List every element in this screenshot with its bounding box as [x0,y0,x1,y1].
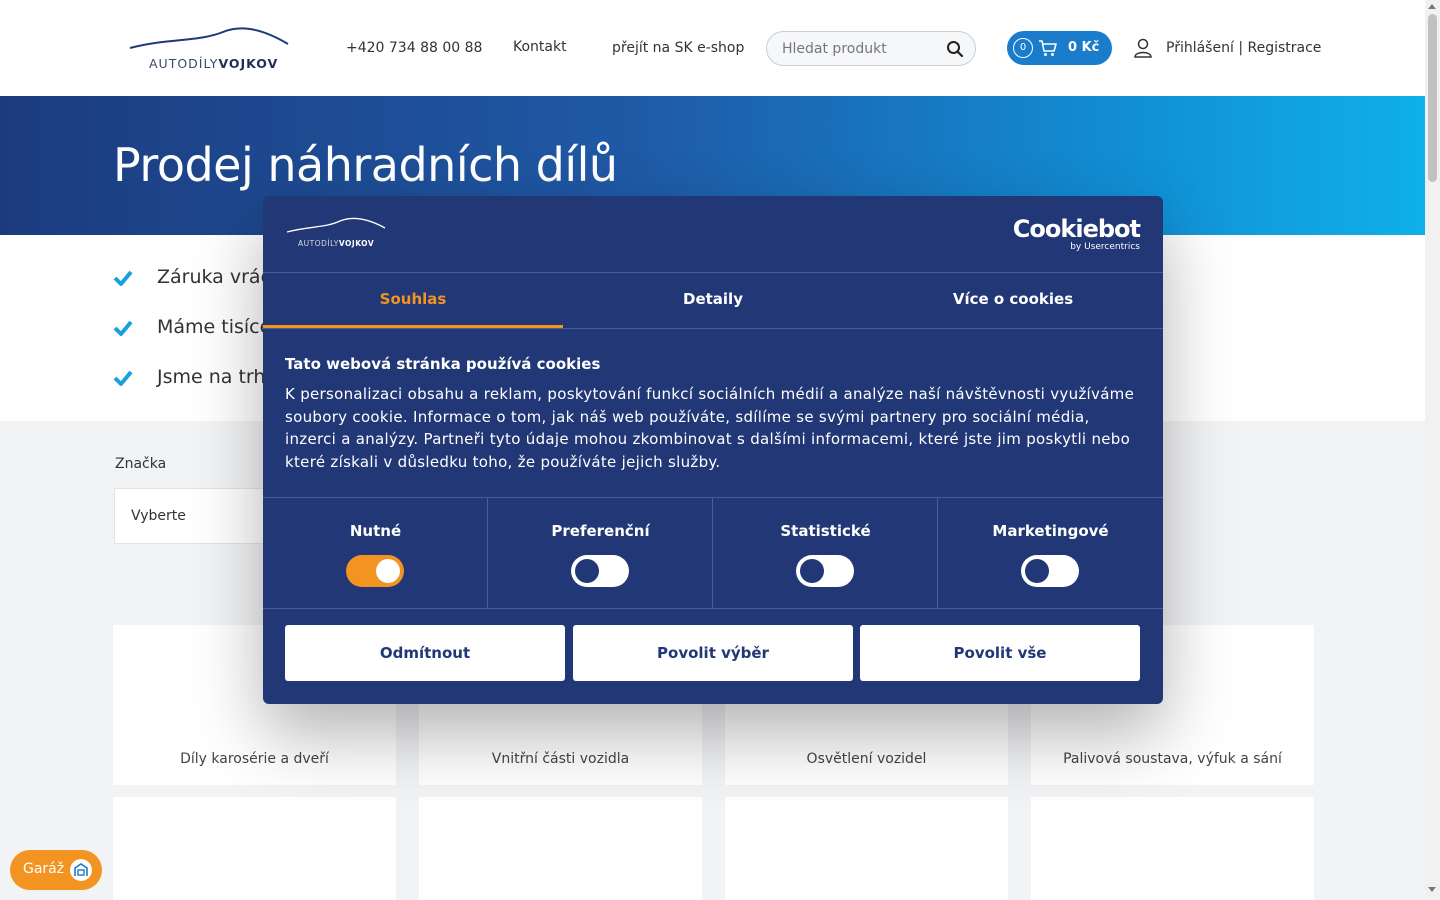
statistics-toggle[interactable] [796,555,854,587]
cart-total: 0 Kč [1068,40,1100,55]
divider [263,328,1163,329]
sk-eshop-link[interactable]: přejít na SK e-shop [612,40,744,56]
phone-link[interactable]: +420 734 88 00 88 [346,40,482,56]
page-scrollbar[interactable] [1425,0,1440,900]
check-icon [113,320,133,336]
cookiebot-brand[interactable]: Cookiebot by Usercentrics [1012,215,1141,252]
consent-category-preferences: Preferenční [488,498,713,608]
auth-links: Přihlášení | Registrace [1166,40,1321,56]
cookiebot-logo: Cookiebot [1012,215,1141,243]
divider [263,608,1163,609]
logo-text: AUTODÍLYVOJKOV [149,56,279,71]
check-icon [113,370,133,386]
garage-icon [70,859,92,881]
garage-label: Garáž [23,861,65,877]
consent-category-label: Nutné [349,522,402,540]
benefit-text: Záruka vrác [157,266,272,288]
consent-category-statistics: Statistické [713,498,938,608]
page-title: Prodej náhradních dílů [113,138,618,192]
allow-selection-button[interactable]: Povolit výběr [573,625,853,681]
cart-button[interactable]: 0 0 Kč [1007,31,1112,65]
scroll-up-arrow-icon[interactable] [1428,4,1436,9]
tab-about-cookies[interactable]: Více o cookies [863,273,1163,328]
category-tile[interactable] [725,797,1008,900]
garage-button[interactable]: Garáž [10,850,102,890]
category-label: Vnitřní části vozidla [491,751,630,767]
category-tile[interactable] [1031,797,1314,900]
auth-separator: | [1238,40,1244,56]
toggle-knob [575,559,599,583]
category-tile[interactable] [113,797,396,900]
scrollbar-thumb[interactable] [1428,14,1437,182]
toggle-knob [376,559,400,583]
consent-category-marketing: Marketingové [938,498,1163,608]
search-icon[interactable] [946,40,964,58]
consent-category-label: Marketingové [992,522,1109,540]
cookie-dialog-title: Tato webová stránka používá cookies [285,355,601,373]
category-label: Osvětlení vozidel [806,751,927,767]
benefit-text: Jsme na trh [157,366,266,388]
logo-swoosh-icon [286,217,386,233]
consent-category-necessary: Nutné [263,498,488,608]
cart-icon [1039,40,1057,56]
cookie-consent-dialog: AUTODÍLYVOJKOV Cookiebot by Usercentrics… [263,196,1163,704]
cookie-logo-text: AUTODÍLYVOJKOV [298,239,375,248]
site-header: AUTODÍLYVOJKOV +420 734 88 00 88 Kontakt… [0,0,1425,96]
cookiebot-sublabel: by Usercentrics [1070,242,1140,252]
logo-swoosh-icon [129,27,289,49]
search-input[interactable] [782,39,942,59]
marketing-toggle[interactable] [1021,555,1079,587]
scroll-down-arrow-icon[interactable] [1428,887,1436,892]
contact-link[interactable]: Kontakt [513,39,567,55]
brand-filter-label: Značka [115,456,167,472]
login-link[interactable]: Přihlášení [1166,40,1234,56]
toggle-knob [800,559,824,583]
site-logo[interactable]: AUTODÍLYVOJKOV [128,24,293,76]
tab-details[interactable]: Detaily [563,273,863,328]
cookie-dialog-text: K personalizaci obsahu a reklam, poskyto… [285,385,1135,471]
category-tile[interactable] [419,797,702,900]
preferences-toggle[interactable] [571,555,629,587]
necessary-toggle[interactable] [346,555,404,587]
consent-category-label: Statistické [780,522,871,540]
search-box [766,31,976,66]
cookie-dialog-logo: AUTODÍLYVOJKOV [285,216,395,252]
toggle-knob [1025,559,1049,583]
check-icon [113,270,133,286]
benefit-text: Máme tisíce [157,316,272,338]
category-label: Palivová soustava, výfuk a sání [1063,751,1282,767]
register-link[interactable]: Registrace [1247,40,1321,56]
allow-all-button[interactable]: Povolit vše [860,625,1140,681]
decline-button[interactable]: Odmítnout [285,625,565,681]
brand-select-value: Vyberte [131,508,186,524]
user-icon[interactable] [1134,38,1152,58]
cart-count-badge: 0 [1013,38,1033,58]
tab-consent[interactable]: Souhlas [263,273,563,328]
consent-category-label: Preferenční [551,522,650,540]
category-label: Díly karosérie a dveří [180,751,329,767]
